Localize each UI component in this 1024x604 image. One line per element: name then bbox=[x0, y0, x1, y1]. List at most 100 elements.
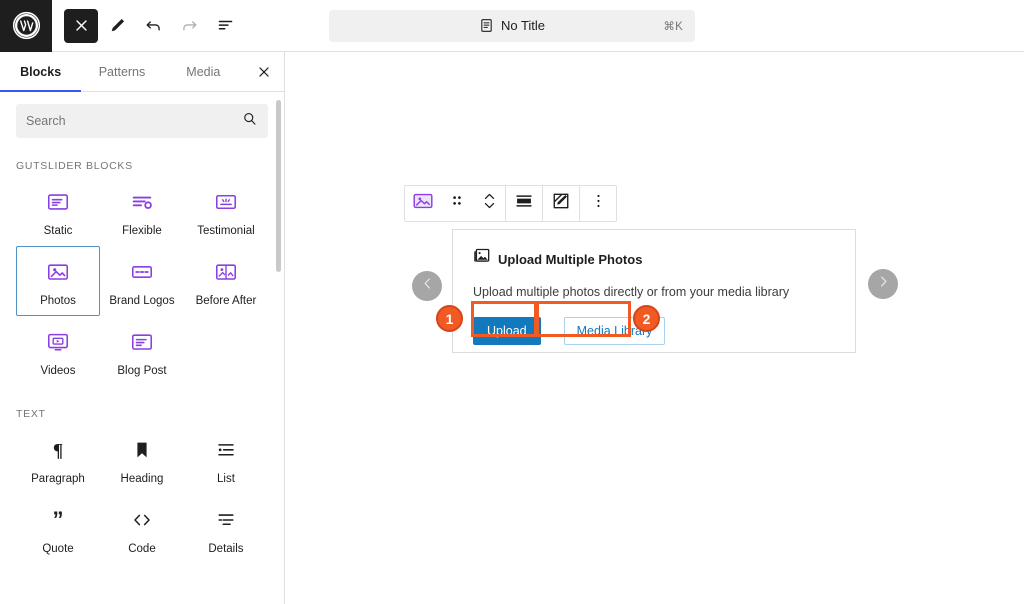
editor-body: Blocks Patterns Media Search GUTSLIDER B… bbox=[0, 52, 1024, 604]
chevron-left-icon bbox=[421, 277, 434, 295]
upload-panel-title: Upload Multiple Photos bbox=[498, 251, 643, 267]
quote-icon: ” bbox=[46, 505, 70, 535]
block-item-code-label: Code bbox=[128, 543, 156, 555]
block-item-heading-label: Heading bbox=[120, 473, 164, 485]
testimonial-icon bbox=[214, 187, 238, 217]
align-wide-icon bbox=[514, 191, 534, 216]
block-toolbar-group-more bbox=[580, 186, 616, 221]
redo-arrow-icon bbox=[182, 21, 196, 31]
search-input[interactable] bbox=[26, 114, 242, 128]
undo-button[interactable] bbox=[136, 9, 170, 43]
annotation-badge-2: 2 bbox=[633, 305, 660, 332]
list-view-icon bbox=[218, 20, 232, 30]
block-item-details[interactable]: Details bbox=[184, 494, 268, 564]
block-item-before-after[interactable]: Before After bbox=[184, 246, 268, 316]
command-bar[interactable]: No Title ⌘K bbox=[329, 9, 695, 42]
search-icon bbox=[242, 111, 258, 132]
editor-canvas[interactable]: Upload Multiple Photos Upload multiple p… bbox=[285, 52, 1024, 604]
block-item-blog-post-label: Blog Post bbox=[117, 365, 167, 377]
paragraph-pilcrow-icon: ¶ bbox=[46, 435, 70, 465]
close-icon bbox=[259, 66, 269, 77]
tab-media-label: Media bbox=[186, 64, 221, 79]
command-bar-title: No Title bbox=[500, 18, 546, 33]
annotation-badge-1: 1 bbox=[436, 305, 463, 332]
close-inserter-button[interactable] bbox=[244, 52, 284, 91]
edit-mode-button[interactable] bbox=[100, 9, 134, 43]
block-item-photos[interactable]: Photos bbox=[16, 246, 100, 316]
category-label-gutslider: GUTSLIDER BLOCKS bbox=[16, 160, 133, 172]
block-toolbar bbox=[404, 185, 617, 222]
tab-blocks-label: Blocks bbox=[20, 64, 62, 79]
block-grid-text: ¶ Paragraph Heading List ” Quote Code De… bbox=[16, 424, 268, 564]
inserter-scroll-area[interactable]: GUTSLIDER BLOCKS Static bbox=[0, 92, 284, 604]
block-item-quote-label: Quote bbox=[42, 543, 74, 555]
tab-media[interactable]: Media bbox=[163, 52, 244, 91]
sidebar-scrollbar[interactable] bbox=[276, 100, 281, 272]
pencil-icon bbox=[111, 18, 124, 32]
undo-arrow-icon bbox=[146, 21, 160, 31]
block-toolbar-group-main bbox=[405, 186, 506, 221]
align-button[interactable] bbox=[506, 191, 542, 216]
flexible-slide-icon bbox=[130, 187, 154, 217]
block-toolbar-group-align bbox=[506, 186, 543, 221]
block-item-testimonial-label: Testimonial bbox=[197, 225, 255, 237]
edit-square-icon bbox=[551, 191, 571, 216]
videos-icon bbox=[46, 327, 70, 357]
wordpress-logo-icon[interactable] bbox=[0, 0, 52, 52]
upload-button[interactable]: Upload bbox=[473, 317, 541, 345]
block-inserter-sidebar: Blocks Patterns Media Search GUTSLIDER B… bbox=[0, 52, 285, 604]
block-item-flexible[interactable]: Flexible bbox=[100, 176, 184, 246]
block-type-photos-button[interactable] bbox=[405, 190, 441, 217]
document-icon bbox=[479, 18, 494, 33]
upload-panel-description: Upload multiple photos directly or from … bbox=[473, 285, 790, 299]
photos-block-icon bbox=[412, 190, 434, 217]
block-item-flexible-label: Flexible bbox=[122, 225, 162, 237]
more-options-button[interactable] bbox=[580, 191, 616, 216]
photos-icon bbox=[46, 257, 70, 287]
block-item-testimonial[interactable]: Testimonial bbox=[184, 176, 268, 246]
block-item-static[interactable]: Static bbox=[16, 176, 100, 246]
slider-prev-button[interactable] bbox=[412, 271, 442, 301]
block-item-brand-logos-label: Brand Logos bbox=[109, 295, 175, 307]
close-editor-button[interactable] bbox=[64, 8, 98, 43]
redo-button[interactable] bbox=[172, 9, 206, 43]
drag-dots-icon bbox=[450, 192, 464, 215]
upload-photos-panel: Upload Multiple Photos Upload multiple p… bbox=[452, 229, 856, 353]
block-item-static-label: Static bbox=[43, 225, 73, 237]
block-item-paragraph-label: Paragraph bbox=[31, 473, 85, 485]
block-item-details-label: Details bbox=[208, 543, 244, 555]
block-item-list-label: List bbox=[217, 473, 235, 485]
kebab-menu-icon bbox=[596, 191, 601, 216]
top-toolbar: No Title ⌘K bbox=[0, 0, 1024, 52]
list-view-button[interactable] bbox=[208, 9, 242, 43]
heading-bookmark-icon bbox=[131, 435, 153, 465]
block-item-photos-label: Photos bbox=[40, 295, 76, 307]
inserter-tabs: Blocks Patterns Media bbox=[0, 52, 284, 92]
block-item-blog-post[interactable]: Blog Post bbox=[100, 316, 184, 386]
drag-handle[interactable] bbox=[441, 192, 473, 215]
block-item-videos-label: Videos bbox=[40, 365, 76, 377]
block-item-brand-logos[interactable]: Brand Logos bbox=[100, 246, 184, 316]
svg-text:”: ” bbox=[52, 508, 63, 532]
block-item-before-after-label: Before After bbox=[195, 295, 257, 307]
edit-block-button[interactable] bbox=[543, 191, 579, 216]
block-grid-gutslider: Static Flexible Testimonial Photos Brand… bbox=[16, 176, 268, 386]
block-item-quote[interactable]: ” Quote bbox=[16, 494, 100, 564]
block-item-list[interactable]: List bbox=[184, 424, 268, 494]
block-item-videos[interactable]: Videos bbox=[16, 316, 100, 386]
move-updown-button[interactable] bbox=[473, 190, 505, 217]
code-brackets-icon bbox=[130, 505, 154, 535]
search-field-wrapper[interactable] bbox=[16, 104, 268, 138]
block-item-paragraph[interactable]: ¶ Paragraph bbox=[16, 424, 100, 494]
block-item-heading[interactable]: Heading bbox=[100, 424, 184, 494]
before-after-icon bbox=[214, 257, 238, 287]
close-icon bbox=[75, 20, 87, 31]
command-bar-shortcut: ⌘K bbox=[663, 20, 683, 33]
slider-next-button[interactable] bbox=[868, 269, 898, 299]
details-icon bbox=[215, 505, 237, 535]
upload-panel-header: Upload Multiple Photos bbox=[473, 248, 835, 270]
block-item-code[interactable]: Code bbox=[100, 494, 184, 564]
tab-patterns[interactable]: Patterns bbox=[81, 52, 162, 91]
block-toolbar-group-edit bbox=[543, 186, 580, 221]
tab-blocks[interactable]: Blocks bbox=[0, 52, 82, 92]
